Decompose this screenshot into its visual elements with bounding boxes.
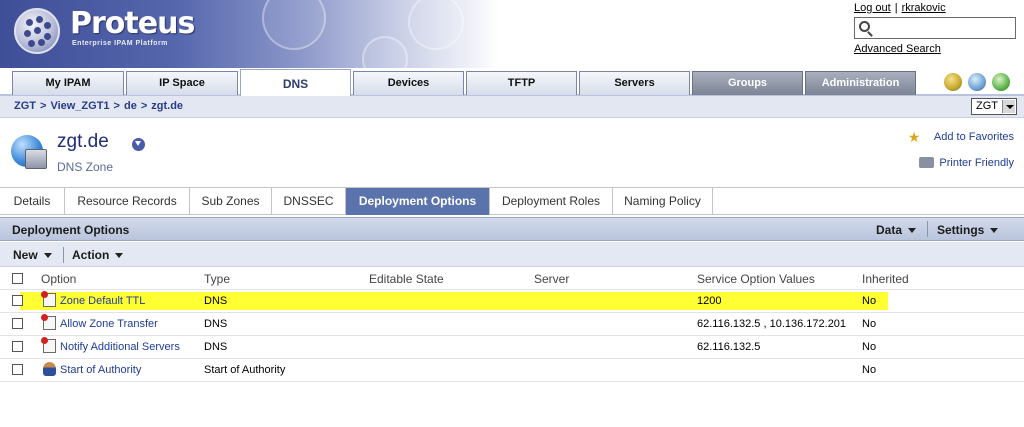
breadcrumb-bar: ZGT > View_ZGT1 > de > zgt.de ZGT — [0, 96, 1024, 118]
breadcrumb-item-zone[interactable]: zgt.de — [151, 100, 183, 112]
option-link[interactable]: Allow Zone Transfer — [60, 318, 158, 330]
tab-my-ipam[interactable]: My IPAM — [12, 71, 124, 95]
subtab-dnssec[interactable]: DNSSEC — [272, 188, 346, 215]
type-cell: DNS — [204, 341, 228, 353]
option-link[interactable]: Notify Additional Servers — [60, 341, 180, 353]
column-header-type[interactable]: Type — [204, 272, 230, 286]
printer-icon — [919, 157, 935, 168]
tab-ip-space[interactable]: IP Space — [126, 71, 238, 95]
table-row[interactable]: Allow Zone Transfer DNS 62.116.132.5 , 1… — [0, 313, 1024, 336]
object-type: DNS Zone — [57, 160, 114, 174]
subtab-details[interactable]: Details — [0, 188, 65, 215]
option-link[interactable]: Zone Default TTL — [60, 295, 145, 307]
recycle-bin-icon[interactable] — [968, 73, 986, 91]
advanced-search-link[interactable]: Advanced Search — [854, 43, 1022, 55]
favorites-star-icon: ★ — [907, 129, 921, 145]
table-row[interactable]: Zone Default TTL DNS 1200 No — [0, 290, 1024, 313]
section-title: Deployment Options — [12, 223, 130, 237]
help-icon[interactable] — [992, 73, 1010, 91]
option-link[interactable]: Start of Authority — [60, 364, 141, 376]
subtab-deployment-options[interactable]: Deployment Options — [346, 188, 490, 215]
tab-administration[interactable]: Administration — [805, 71, 916, 95]
row-checkbox[interactable] — [12, 295, 23, 306]
values-cell: 1200 — [697, 295, 722, 307]
expand-icon[interactable] — [132, 138, 145, 151]
type-cell: DNS — [204, 295, 228, 307]
caret-down-icon — [43, 253, 52, 259]
section-header: Deployment Options Data Settings — [0, 217, 1024, 241]
action-button[interactable]: Action — [72, 248, 124, 262]
chevron-down-icon — [1002, 100, 1015, 113]
deployment-option-icon — [41, 337, 56, 353]
table-row[interactable]: Start of Authority Start of Authority No — [0, 359, 1024, 382]
logout-link[interactable]: Log out — [854, 2, 891, 14]
column-header-editable-state[interactable]: Editable State — [369, 272, 444, 286]
brand-name: Proteus — [70, 6, 195, 41]
search-box — [854, 17, 1016, 39]
caret-down-icon — [908, 228, 917, 234]
data-menu[interactable]: Data — [876, 223, 917, 237]
subtab-deployment-roles[interactable]: Deployment Roles — [490, 188, 613, 215]
subtab-naming-policy[interactable]: Naming Policy — [613, 188, 713, 215]
app-header: Proteus Enterprise IPAM Platform Log out… — [0, 0, 1024, 70]
username-link[interactable]: rkrakovic — [902, 2, 946, 14]
caret-down-icon — [115, 253, 124, 259]
breadcrumb-item-zgt[interactable]: ZGT — [14, 100, 36, 112]
tab-dns[interactable]: DNS — [240, 69, 351, 97]
table-row[interactable]: Notify Additional Servers DNS 62.116.132… — [0, 336, 1024, 359]
subtab-resource-records[interactable]: Resource Records — [65, 188, 190, 215]
deployment-option-icon — [41, 314, 56, 330]
user-box: Log out | rkrakovic Advanced Search — [854, 2, 1022, 55]
inherited-cell: No — [862, 295, 877, 307]
breadcrumb-item-de[interactable]: de — [124, 100, 137, 112]
breadcrumb-item-view[interactable]: View_ZGT1 — [50, 100, 109, 112]
dns-zone-icon — [11, 135, 47, 169]
inherited-cell: No — [862, 341, 877, 353]
page-title: zgt.de — [57, 131, 109, 152]
select-all-checkbox[interactable] — [12, 273, 23, 284]
settings-menu[interactable]: Settings — [937, 223, 999, 237]
main-tabs: My IPAM IP Space DNS Devices TFTP Server… — [0, 68, 1024, 97]
column-header-service-option-values[interactable]: Service Option Values — [697, 272, 815, 286]
values-cell: 62.116.132.5 — [697, 341, 761, 353]
table-header: Option Type Editable State Server Servic… — [0, 268, 1024, 290]
sub-tabs: Details Resource Records Sub Zones DNSSE… — [0, 187, 1024, 215]
tab-groups[interactable]: Groups — [692, 71, 803, 95]
row-highlight — [20, 292, 888, 310]
brand-banner: Proteus Enterprise IPAM Platform — [0, 0, 500, 68]
inherited-cell: No — [862, 364, 877, 376]
start-of-authority-icon — [43, 362, 56, 376]
search-input[interactable] — [855, 18, 1015, 38]
action-bar: New Action — [0, 242, 1024, 267]
deployment-option-icon — [41, 291, 56, 307]
values-cell: 62.116.132.5 , 10.136.172.201 — [697, 318, 847, 330]
caret-down-icon — [990, 228, 999, 234]
brand-tagline: Enterprise IPAM Platform — [72, 40, 168, 47]
breadcrumb: ZGT > View_ZGT1 > de > zgt.de — [14, 100, 184, 112]
inherited-cell: No — [862, 318, 877, 330]
tab-devices[interactable]: Devices — [353, 71, 464, 95]
home-icon[interactable] — [944, 73, 962, 91]
column-header-server[interactable]: Server — [534, 272, 569, 286]
new-button[interactable]: New — [13, 248, 52, 262]
tab-tftp[interactable]: TFTP — [466, 71, 577, 95]
column-header-inherited[interactable]: Inherited — [862, 272, 909, 286]
object-header: zgt.de DNS Zone ★ Add to Favorites Print… — [0, 119, 1024, 187]
type-cell: Start of Authority — [204, 364, 286, 376]
printer-friendly-link[interactable]: Printer Friendly — [919, 157, 1014, 169]
configuration-select-value: ZGT — [976, 100, 998, 112]
type-cell: DNS — [204, 318, 228, 330]
row-checkbox[interactable] — [12, 341, 23, 352]
add-to-favorites-link[interactable]: ★ Add to Favorites — [908, 129, 1014, 145]
subtab-sub-zones[interactable]: Sub Zones — [190, 188, 272, 215]
row-checkbox[interactable] — [12, 318, 23, 329]
search-icon — [859, 21, 870, 32]
tab-servers[interactable]: Servers — [579, 71, 690, 95]
configuration-select[interactable]: ZGT — [971, 98, 1017, 115]
column-header-option[interactable]: Option — [41, 272, 76, 286]
proteus-logo-icon — [14, 8, 60, 54]
row-checkbox[interactable] — [12, 364, 23, 375]
